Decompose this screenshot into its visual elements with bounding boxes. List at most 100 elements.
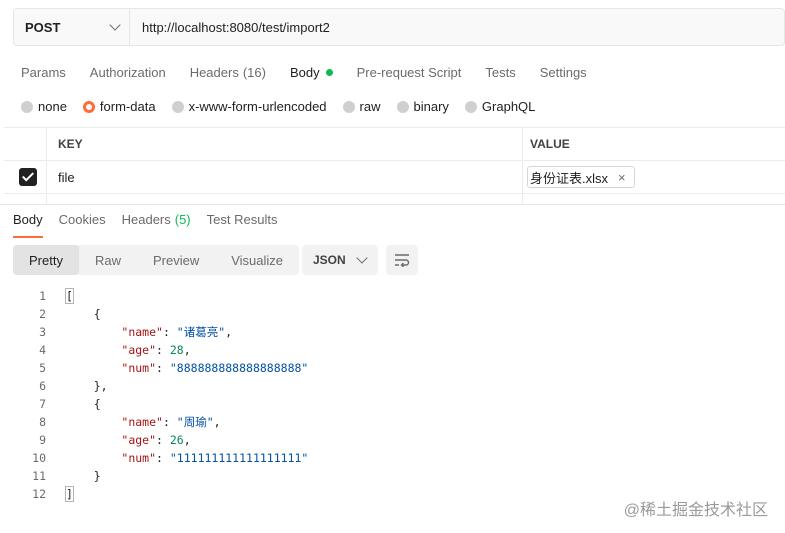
json-key: "age" (121, 433, 157, 447)
line-number: 9 (39, 433, 46, 447)
tab-count: (16) (242, 64, 266, 80)
body-type-graphql[interactable]: GraphQL (464, 99, 536, 114)
row-enabled-checkbox[interactable] (18, 168, 37, 186)
response-tab-body[interactable]: Body (13, 212, 43, 238)
json-string: "诸葛亮" (176, 325, 226, 339)
method-select[interactable]: POST (14, 9, 130, 45)
view-raw-button[interactable]: Raw (79, 245, 137, 275)
line-number: 6 (39, 379, 46, 393)
code-text: "num": "888888888888888888" (121, 361, 309, 375)
response-tab-cookies[interactable]: Cookies (59, 212, 106, 238)
radio-selected-icon (82, 100, 95, 113)
body-type-radio-group: none form-data x-www-form-urlencoded raw… (21, 99, 551, 114)
pane-divider[interactable] (0, 204, 785, 205)
radio-icon (171, 100, 184, 113)
tab-label: Settings (539, 64, 587, 80)
tab-settings[interactable]: Settings (540, 62, 587, 82)
line-number: 4 (39, 343, 46, 357)
tab-label: Params (21, 64, 66, 80)
table-header: KEY VALUE (4, 128, 785, 161)
watermark: @稀土掘金技术社区 (623, 502, 768, 519)
format-label: JSON (313, 253, 346, 267)
tab-headers[interactable]: Headers (16) (190, 62, 266, 82)
tab-tests[interactable]: Tests (485, 62, 515, 82)
code-line: 5 "num": "888888888888888888" (0, 359, 785, 377)
radio-label: x-www-form-urlencoded (188, 99, 327, 114)
json-string: "888888888888888888" (169, 361, 309, 375)
radio-icon (342, 100, 355, 113)
tab-pre-request-script[interactable]: Pre-request Script (357, 62, 462, 82)
code-line: 9 "age": 26, (0, 431, 785, 449)
tab-body[interactable]: Body (290, 62, 333, 82)
value-cell: 身份证表.xlsx × (523, 161, 785, 193)
code-line: 11 } (0, 467, 785, 485)
view-pretty-button[interactable]: Pretty (13, 245, 79, 275)
line-number: 2 (39, 307, 46, 321)
row-check-cell (4, 161, 47, 193)
tab-label: Body (13, 212, 43, 227)
file-chip[interactable]: 身份证表.xlsx × (527, 166, 635, 188)
tab-count: (5) (174, 212, 191, 227)
code-text: [ (65, 287, 74, 305)
json-key: "age" (121, 343, 157, 357)
view-visualize-button[interactable]: Visualize (215, 245, 299, 275)
code-text: { (66, 307, 101, 321)
json-string: "111111111111111111" (169, 451, 309, 465)
response-tab-test-results[interactable]: Test Results (207, 212, 278, 238)
code-text: ] (65, 485, 74, 503)
body-type-raw[interactable]: raw (342, 99, 381, 114)
code-text: } (66, 469, 101, 483)
radio-label: binary (413, 99, 449, 114)
json-key: "name" (121, 415, 163, 429)
radio-icon (396, 100, 409, 113)
body-type-form-data[interactable]: form-data (82, 99, 156, 114)
body-type-binary[interactable]: binary (396, 99, 449, 114)
wrap-lines-icon (395, 254, 410, 267)
chevron-down-icon (109, 19, 121, 31)
code-line: 10 "num": "111111111111111111" (0, 449, 785, 467)
radio-label: raw (359, 99, 381, 114)
radio-icon (464, 100, 477, 113)
body-type-urlencoded[interactable]: x-www-form-urlencoded (171, 99, 327, 114)
code-line: 3 "name": "诸葛亮", (0, 323, 785, 341)
chevron-down-icon (356, 252, 368, 264)
active-dot-icon (325, 68, 333, 76)
tab-label: Cookies (58, 212, 106, 227)
url-input[interactable]: http://localhost:8080/test/import2 (130, 20, 330, 35)
format-select[interactable]: JSON (302, 245, 378, 275)
json-key: "name" (121, 325, 163, 339)
request-url-bar: POST http://localhost:8080/test/import2 (13, 8, 785, 46)
radio-label: none (38, 99, 67, 114)
form-data-table: KEY VALUE file 身份证表.xlsx × (4, 127, 785, 204)
tab-authorization[interactable]: Authorization (90, 62, 166, 82)
empty-check-cell (4, 194, 47, 204)
code-line: 2 { (0, 305, 785, 323)
code-text: "num": "111111111111111111" (121, 451, 309, 465)
wrap-lines-button[interactable] (386, 245, 418, 275)
view-preview-button[interactable]: Preview (137, 245, 215, 275)
line-number: 1 (39, 289, 46, 303)
table-row: file 身份证表.xlsx × (4, 161, 785, 194)
tab-label: Pre-request Script (356, 64, 462, 80)
bracket-open: [ (65, 288, 74, 304)
response-body-editor[interactable]: 1 [ 2 { 3 "name": "诸葛亮", 4 "age": 28, 5 "… (0, 287, 785, 503)
line-number: 3 (39, 325, 46, 339)
line-number: 10 (32, 451, 46, 465)
response-tab-headers[interactable]: Headers (5) (122, 212, 191, 238)
empty-value-cell[interactable] (523, 194, 785, 204)
radio-label: form-data (99, 99, 156, 114)
code-text: { (66, 397, 101, 411)
key-input[interactable]: file (47, 161, 523, 193)
tab-params[interactable]: Params (21, 62, 66, 82)
check-icon (21, 169, 34, 182)
tab-label: Body (289, 64, 320, 80)
tab-label: Test Results (206, 212, 278, 227)
remove-file-icon[interactable]: × (618, 170, 626, 185)
body-type-none[interactable]: none (21, 99, 67, 114)
radio-label: GraphQL (481, 99, 536, 114)
tab-label: Headers (121, 212, 171, 227)
code-line: 4 "age": 28, (0, 341, 785, 359)
line-number: 8 (39, 415, 46, 429)
line-number: 12 (32, 487, 46, 501)
empty-key-cell[interactable] (47, 194, 523, 204)
